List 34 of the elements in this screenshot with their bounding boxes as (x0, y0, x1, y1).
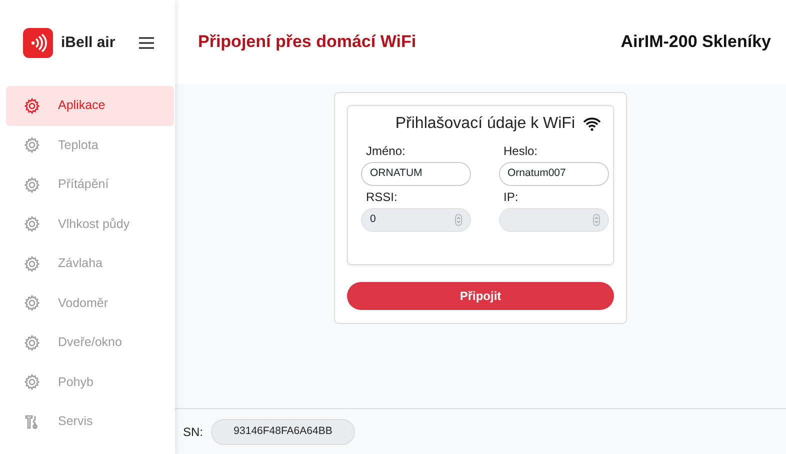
brand-name: iBell air (61, 32, 116, 53)
sidebar-item[interactable]: Pohyb (6, 362, 174, 402)
gear-icon (24, 216, 40, 232)
sidebar-item[interactable]: Vlhkost půdy (6, 204, 174, 244)
connect-button[interactable]: Připojit (347, 282, 614, 310)
sidebar-item[interactable]: Servis (6, 402, 174, 442)
menu-icon[interactable] (139, 37, 154, 49)
gear-icon (24, 295, 40, 312)
card-title: Přihlašovací údaje k WiFi (395, 114, 575, 134)
logo-icon (23, 28, 53, 58)
sidebar-item[interactable]: Závlaha (6, 244, 174, 284)
input-field[interactable]: ORNATUM (361, 162, 471, 186)
sidebar-item[interactable]: Vodoměr (6, 284, 174, 323)
sidebar-item[interactable]: Přítápění (6, 165, 174, 204)
gear-icon (24, 334, 40, 351)
field-label: RSSI: (365, 189, 398, 206)
wifi-icon (583, 117, 601, 131)
field-label: Heslo: (502, 143, 538, 160)
gear-icon (24, 374, 40, 390)
gear-icon (24, 98, 40, 114)
page-title: Připojení přes domácí WiFi (198, 31, 416, 54)
device-name: AirIM-200 Skleníky (620, 31, 771, 54)
gear-icon (24, 137, 40, 154)
tools-icon (24, 414, 40, 430)
serial-label: SN: (183, 424, 204, 440)
sidebar-item[interactable]: Teplota (6, 126, 174, 165)
serial-number-field: 93146F48FA6A64BB (211, 418, 356, 444)
field-label: Jméno: (365, 143, 406, 160)
gear-icon (24, 256, 40, 272)
field-label: IP: (502, 189, 518, 206)
input-field[interactable]: Ornatum007 (498, 162, 608, 186)
sidebar-item[interactable]: Dveře/okno (6, 323, 174, 362)
sidebar-item[interactable]: Aplikace (6, 86, 174, 126)
gear-icon (24, 176, 40, 193)
